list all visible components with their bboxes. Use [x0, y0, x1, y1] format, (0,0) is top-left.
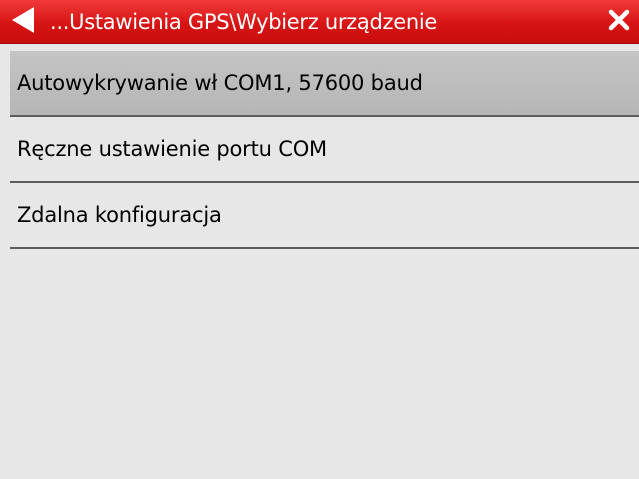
- device-option-list: Autowykrywanie wł COM1, 57600 baud Ręczn…: [10, 51, 639, 249]
- title-bar: ...Ustawienia GPS\Wybierz urządzenie: [0, 0, 639, 44]
- close-icon: [608, 9, 630, 35]
- back-button[interactable]: [0, 0, 46, 44]
- gps-device-select-screen: ...Ustawienia GPS\Wybierz urządzenie Aut…: [0, 0, 639, 479]
- list-item-autodetect[interactable]: Autowykrywanie wł COM1, 57600 baud: [10, 51, 639, 117]
- list-item-label: Ręczne ustawienie portu COM: [17, 137, 327, 161]
- list-item-remote-config[interactable]: Zdalna konfiguracja: [10, 183, 639, 249]
- close-button[interactable]: [599, 0, 639, 44]
- list-item-label: Zdalna konfiguracja: [17, 203, 222, 227]
- back-arrow-icon: [10, 6, 36, 38]
- list-item-manual-com[interactable]: Ręczne ustawienie portu COM: [10, 117, 639, 183]
- page-title: ...Ustawienia GPS\Wybierz urządzenie: [50, 10, 438, 34]
- list-item-label: Autowykrywanie wł COM1, 57600 baud: [17, 71, 423, 95]
